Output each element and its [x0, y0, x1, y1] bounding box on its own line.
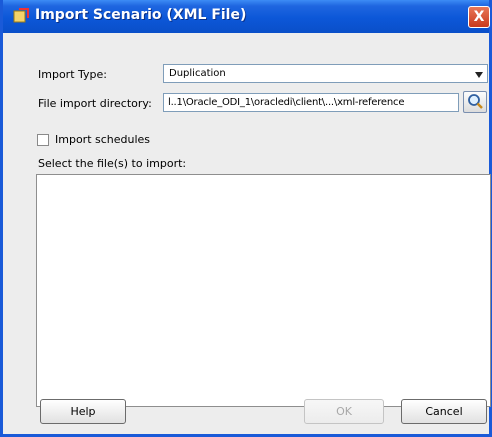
search-icon: [468, 94, 483, 109]
select-files-label: Select the file(s) to import:: [38, 157, 187, 170]
import-schedules-checkbox[interactable]: [37, 134, 49, 146]
file-import-directory-label: File import directory:: [38, 97, 152, 110]
cancel-button[interactable]: Cancel: [401, 399, 487, 424]
ok-button[interactable]: OK: [304, 399, 384, 424]
import-icon: [13, 8, 29, 23]
title-bar[interactable]: Import Scenario (XML File) X: [3, 0, 490, 33]
file-import-directory-value: l..1\Oracle_ODI_1\oracledi\client\...\xm…: [168, 97, 405, 108]
import-type-value: Duplication: [169, 68, 226, 79]
window-title: Import Scenario (XML File): [35, 7, 247, 23]
dialog-body: Import Type: Duplication File import dir…: [3, 33, 491, 434]
file-list[interactable]: [36, 174, 491, 407]
close-button[interactable]: X: [468, 6, 490, 28]
import-schedules-label[interactable]: Import schedules: [55, 133, 150, 146]
browse-directory-button[interactable]: [463, 91, 487, 113]
import-type-select[interactable]: Duplication: [163, 64, 488, 83]
file-import-directory-field[interactable]: l..1\Oracle_ODI_1\oracledi\client\...\xm…: [163, 93, 459, 112]
import-scenario-dialog: Import Scenario (XML File) X Import Type…: [0, 0, 492, 437]
help-button[interactable]: Help: [40, 399, 126, 424]
chevron-down-icon[interactable]: [475, 72, 483, 78]
import-type-label: Import Type:: [38, 68, 107, 81]
